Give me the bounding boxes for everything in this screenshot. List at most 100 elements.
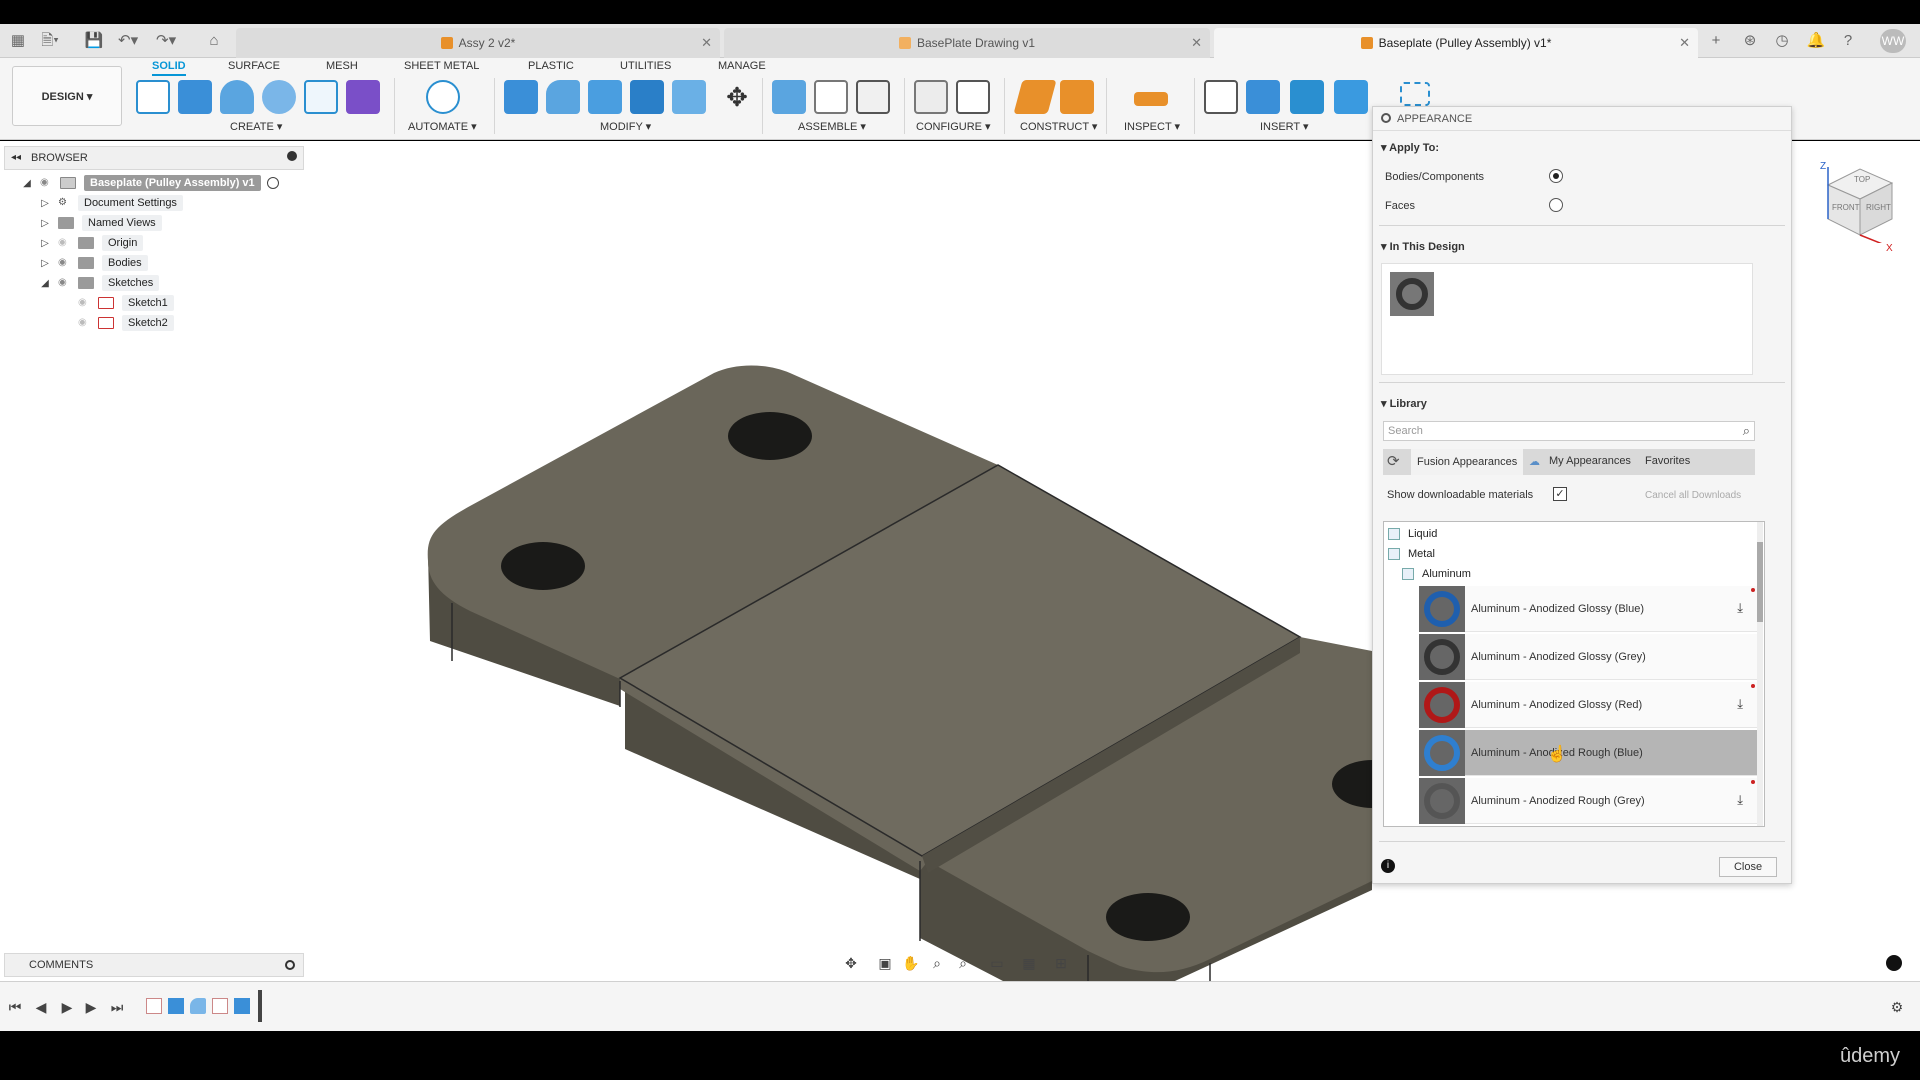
in-design-heading[interactable]: ▾ In This Design [1381,240,1465,253]
select-icon[interactable] [1400,82,1430,106]
browser-item-sketches[interactable]: ◢ ◉ Sketches [20,273,310,293]
avatar[interactable]: WW [1880,29,1906,53]
step-back-icon[interactable]: ◀ [30,996,52,1018]
close-button[interactable]: Close [1719,857,1777,877]
material-item[interactable]: Aluminum - Anodized Glossy (Grey) [1419,633,1759,680]
tab-my-appearances[interactable]: My Appearances [1549,449,1631,473]
refresh-icon[interactable]: ⟳ [1387,449,1400,473]
measure-icon[interactable] [1134,92,1168,106]
tab-solid[interactable]: SOLID [152,60,186,76]
job-status-icon[interactable]: ◷ [1772,31,1792,51]
scrollbar-track[interactable] [1757,522,1763,826]
go-to-start-icon[interactable]: ⏮ [4,996,26,1018]
pan-icon[interactable]: ✋ [900,952,922,974]
panel-options-icon[interactable] [287,151,297,161]
undo-icon[interactable]: ↶▾ [118,31,138,51]
tab-manage[interactable]: MANAGE [718,60,766,72]
step-forward-icon[interactable]: ▶ [80,996,102,1018]
material-item[interactable]: Aluminum - Anodized Glossy (Red) ⤓ [1419,681,1759,728]
browser-item-sketch1[interactable]: ◉ Sketch1 [20,293,310,313]
help-icon[interactable]: ? [1838,31,1858,51]
download-icon[interactable]: ⤓ [1737,696,1743,712]
chamfer-icon[interactable] [588,80,622,114]
tab-drawing[interactable]: BasePlate Drawing v1 ✕ [724,28,1210,58]
save-icon[interactable]: 💾 [84,31,104,51]
tab-baseplate[interactable]: Baseplate (Pulley Assembly) v1* ✕ [1214,28,1698,58]
expand-triangle-icon[interactable]: ▷ [38,258,52,269]
comments-panel-header[interactable]: COMMENTS [4,953,304,977]
press-pull-icon[interactable] [504,80,538,114]
download-icon[interactable]: ⤓ [1737,792,1743,808]
sketch-feature-icon[interactable] [146,998,162,1014]
construct-menu[interactable]: CONSTRUCT ▾ [1020,120,1097,133]
insert-menu[interactable]: INSERT ▾ [1260,120,1309,133]
configure-icon[interactable] [914,80,948,114]
create-sketch-icon[interactable] [136,80,170,114]
design-workspace-button[interactable]: DESIGN ▾ [12,66,122,126]
create-menu[interactable]: CREATE ▾ [230,120,282,133]
assemble-menu[interactable]: ASSEMBLE ▾ [798,120,866,133]
canvas-icon[interactable] [1334,80,1368,114]
search-input[interactable]: Search ⌕ [1383,421,1755,441]
shell-icon[interactable] [630,80,664,114]
download-icon[interactable]: ⤓ [1737,600,1743,616]
material-item-selected[interactable]: Aluminum - Anodized Rough (Blue) ☝ [1419,729,1759,776]
extensions-icon[interactable]: ⊛ [1740,31,1760,51]
redo-icon[interactable]: ↷▾ [156,31,176,51]
close-icon[interactable]: ✕ [701,35,712,51]
visibility-icon[interactable]: ◉ [40,178,56,188]
used-appearance-swatch[interactable] [1390,272,1434,316]
combine-icon[interactable] [672,80,706,114]
orbit-icon[interactable]: ✥ [840,952,862,974]
home-icon[interactable]: ⌂ [204,31,224,51]
gear-icon[interactable]: ⚙ [1886,996,1908,1018]
go-to-end-icon[interactable]: ⏭ [106,996,128,1018]
sketch-feature-icon[interactable] [212,998,228,1014]
tab-fusion-appearances[interactable]: Fusion Appearances [1411,449,1524,475]
visibility-icon[interactable]: ◉ [58,278,74,288]
search-icon[interactable]: ⌕ [1743,423,1750,439]
midplane-icon[interactable] [1060,80,1094,114]
extrude-feature-icon[interactable] [168,998,184,1014]
browser-panel-header[interactable]: ◂◂ BROWSER [4,146,304,170]
material-item[interactable]: Aluminum - Anodized Glossy (Blue) ⤓ [1419,585,1759,632]
insert-svg-icon[interactable] [1246,80,1280,114]
view-cube[interactable]: Z X TOP FRONT RIGHT [1818,161,1898,254]
browser-root[interactable]: ◢ ◉ Baseplate (Pulley Assembly) v1 [20,173,310,193]
file-menu-icon[interactable]: 🗎▾ [40,31,60,51]
pattern-icon[interactable] [304,80,338,114]
cancel-downloads-link[interactable]: Cancel all Downloads [1645,490,1741,501]
extrude-icon[interactable] [178,80,212,114]
bom-icon[interactable] [856,80,890,114]
tree-node-liquid[interactable]: Liquid [1388,524,1437,544]
dialog-header[interactable]: APPEARANCE [1373,107,1791,131]
tab-assy[interactable]: Assy 2 v2* ✕ [236,28,720,58]
timeline-marker[interactable] [258,990,262,1022]
browser-item-bodies[interactable]: ▷ ◉ Bodies [20,253,310,273]
browser-item-origin[interactable]: ▷ ◉ Origin [20,233,310,253]
browser-item-sketch2[interactable]: ◉ Sketch2 [20,313,310,333]
inspect-menu[interactable]: INSPECT ▾ [1124,120,1180,133]
table-icon[interactable] [956,80,990,114]
play-icon[interactable]: ▶ [56,996,78,1018]
insert-derive-icon[interactable] [1204,80,1238,114]
new-tab-icon[interactable]: + [1706,31,1726,51]
fit-icon[interactable]: ⌕ [952,952,974,974]
close-icon[interactable]: ✕ [1191,35,1202,51]
material-list[interactable]: Liquid Metal Aluminum Aluminum - Anodize… [1383,521,1765,827]
expand-triangle-icon[interactable]: ▷ [38,238,52,249]
offset-plane-icon[interactable] [1013,80,1057,114]
look-at-icon[interactable]: ▣ [874,952,896,974]
browser-item-named-views[interactable]: ▷ Named Views [20,213,310,233]
apply-to-heading[interactable]: ▾ Apply To: [1381,141,1439,154]
fillet-feature-icon[interactable] [190,998,206,1014]
tree-node-metal[interactable]: Metal [1388,544,1435,564]
collapse-triangle-icon[interactable]: ◢ [20,178,34,189]
visibility-icon[interactable]: ◉ [58,258,74,268]
tab-surface[interactable]: SURFACE [228,60,280,72]
tab-plastic[interactable]: PLASTIC [528,60,574,72]
material-item[interactable]: Aluminum - Anodized Rough (Grey) ⤓ [1419,777,1759,824]
library-heading[interactable]: ▾ Library [1381,397,1427,410]
faces-radio[interactable] [1549,198,1563,212]
hole-icon[interactable] [262,80,296,114]
